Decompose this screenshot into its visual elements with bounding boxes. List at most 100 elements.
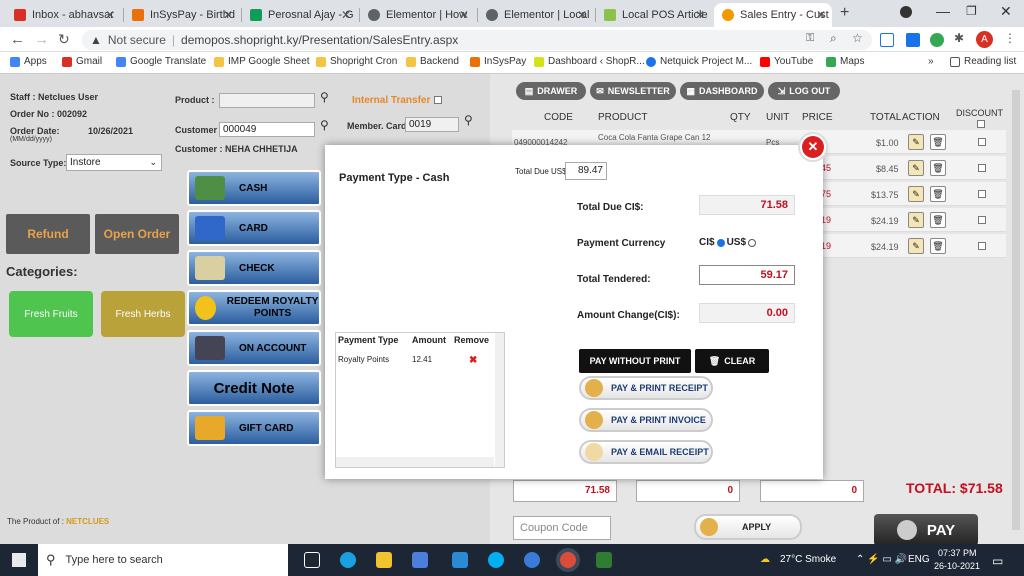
discount-checkbox[interactable] [978,138,986,146]
reload-icon[interactable]: ↻ [58,31,70,48]
payment-list-hscrollbar[interactable] [336,457,494,467]
member-card-input[interactable]: 0019 [405,117,459,132]
logout-button[interactable]: ⇲ LOG OUT [768,82,840,100]
dashboard-button[interactable]: ▦ DASHBOARD [680,82,764,100]
notification-icon[interactable]: ▭ [992,554,1003,568]
drawer-button[interactable]: ▤ DRAWER [516,82,586,100]
edit-icon[interactable]: ✎ [908,134,924,150]
notepad-icon[interactable] [596,552,612,568]
close-icon[interactable]: ✕ [459,8,469,22]
puzzle-icon[interactable]: ✱ [954,31,964,45]
remove-icon[interactable]: ✖ [469,355,477,366]
grammarly-icon[interactable] [930,33,944,47]
edit-icon[interactable]: ✎ [908,238,924,254]
browser-tab[interactable]: InSysPay - Birthd ✕ [124,3,239,27]
extension-icon[interactable] [880,33,894,47]
payment-method-check[interactable]: CHECK [187,250,321,286]
category-fresh-herbs[interactable]: Fresh Herbs [101,291,185,337]
taskbar-search[interactable]: ⚲ Type here to search [38,544,288,576]
newsletter-button[interactable]: ✉ NEWSLETTER [590,82,676,100]
bookmark-backend[interactable]: Backend [406,56,459,67]
payment-method-on-account[interactable]: ON ACCOUNT [187,330,321,366]
file-explorer-icon[interactable] [376,552,392,568]
windows-start-icon[interactable] [12,553,26,567]
store-icon[interactable] [412,552,428,568]
bookmark-insyspay[interactable]: InSysPay [470,56,526,67]
trash-icon[interactable]: 🗑 [930,238,946,254]
bookmark-translate[interactable]: Google Translate [116,56,206,67]
customer-input[interactable]: 000049 [219,122,315,137]
back-icon[interactable]: ← [10,31,25,48]
discount-checkbox[interactable] [978,164,986,172]
close-icon[interactable]: ✕ [695,8,705,22]
product-input[interactable] [219,93,315,108]
menu-icon[interactable]: ⋮ [1004,31,1016,45]
close-modal-button[interactable]: ✕ [798,132,828,162]
browser-tab[interactable]: Elementor | Local ✕ [478,3,593,27]
reading-list[interactable]: Reading list [950,56,1016,67]
bookmark-imp-sheet[interactable]: IMP Google Sheet [214,56,310,67]
pay-email-receipt-button[interactable]: PAY & EMAIL RECEIPT [579,440,713,464]
browser-tab[interactable]: Local POS Article ✕ [596,3,711,27]
browser-tab[interactable]: Elementor | How ✕ [360,3,475,27]
pay-print-invoice-button[interactable]: PAY & PRINT INVOICE [579,408,713,432]
clear-button[interactable]: 🗑 CLEAR [695,349,769,373]
payment-list-scrollbar[interactable] [495,333,504,467]
refund-button[interactable]: Refund [6,214,90,254]
app-icon[interactable] [524,552,540,568]
search-icon[interactable]: ⚲ [464,113,473,127]
edge-icon[interactable] [340,552,356,568]
close-icon[interactable]: ✕ [105,8,115,22]
trash-icon[interactable]: 🗑 [930,160,946,176]
tray-icons[interactable]: ⌃ ⚡ ▭ 🔊 [856,554,907,565]
edit-icon[interactable]: ✎ [908,212,924,228]
zoom-icon[interactable]: ⌕ [830,31,837,46]
task-view-icon[interactable] [304,552,320,568]
scrollbar[interactable] [1012,90,1020,530]
discount-checkbox[interactable] [978,190,986,198]
new-tab-button[interactable]: + [840,4,849,22]
weather-text[interactable]: 27°C Smoke [780,554,836,565]
bookmark-dashboard[interactable]: Dashboard ‹ ShopR... [534,56,645,67]
payment-method-gift-card[interactable]: GIFT CARD [187,410,321,446]
close-window-icon[interactable]: ✕ [1000,3,1012,20]
edit-icon[interactable]: ✎ [908,160,924,176]
payment-method-card[interactable]: CARD [187,210,321,246]
close-icon[interactable]: ✕ [341,8,351,22]
restore-icon[interactable]: ❐ [966,4,977,18]
pay-without-print-button[interactable]: PAY WITHOUT PRINT [579,349,691,373]
clock-date[interactable]: 26-10-2021 [934,561,980,571]
url-bar[interactable]: ▲ Not secure | demopos.shopright.ky/Pres… [82,30,872,50]
radio-ci[interactable] [716,238,725,247]
profile-avatar[interactable]: A [976,31,993,48]
extension-icon[interactable] [906,33,920,47]
trash-icon[interactable]: 🗑 [930,134,946,150]
forward-icon[interactable]: → [34,31,49,48]
bookmark-gmail[interactable]: Gmail [62,56,102,67]
skype-icon[interactable] [488,552,504,568]
internal-transfer-checkbox[interactable] [434,96,442,104]
discount-checkbox[interactable] [978,216,986,224]
trash-icon[interactable]: 🗑 [930,212,946,228]
coupon-input[interactable]: Coupon Code [513,516,611,540]
key-icon[interactable]: ⚿ [806,32,814,45]
search-icon[interactable]: ⚲ [320,118,329,132]
category-fresh-fruits[interactable]: Fresh Fruits [9,291,93,337]
pay-print-receipt-button[interactable]: PAY & PRINT RECEIPT [579,376,713,400]
browser-tab[interactable]: Perosnal Ajay - G ✕ [242,3,357,27]
clock-time[interactable]: 07:37 PM [938,548,977,558]
radio-us[interactable] [748,238,757,247]
close-icon[interactable]: ✕ [223,8,233,22]
open-order-button[interactable]: Open Order [95,214,179,254]
tab-search-icon[interactable] [900,6,912,18]
bookmark-cron[interactable]: Shopright Cron [316,56,397,67]
browser-tab[interactable]: Inbox - abhavsar ✕ [6,3,121,27]
browser-tab-active[interactable]: Sales Entry - Cust ✕ [714,3,832,27]
star-icon[interactable]: ☆ [852,31,863,45]
discount-all-checkbox[interactable] [977,120,985,128]
pay-button[interactable]: PAY [874,514,978,546]
payment-method-credit-note[interactable]: Credit Note [187,370,321,406]
close-icon[interactable]: ✕ [816,8,826,22]
total-tendered-input[interactable]: 59.17 [699,265,795,285]
payment-method-cash[interactable]: CASH [187,170,321,206]
